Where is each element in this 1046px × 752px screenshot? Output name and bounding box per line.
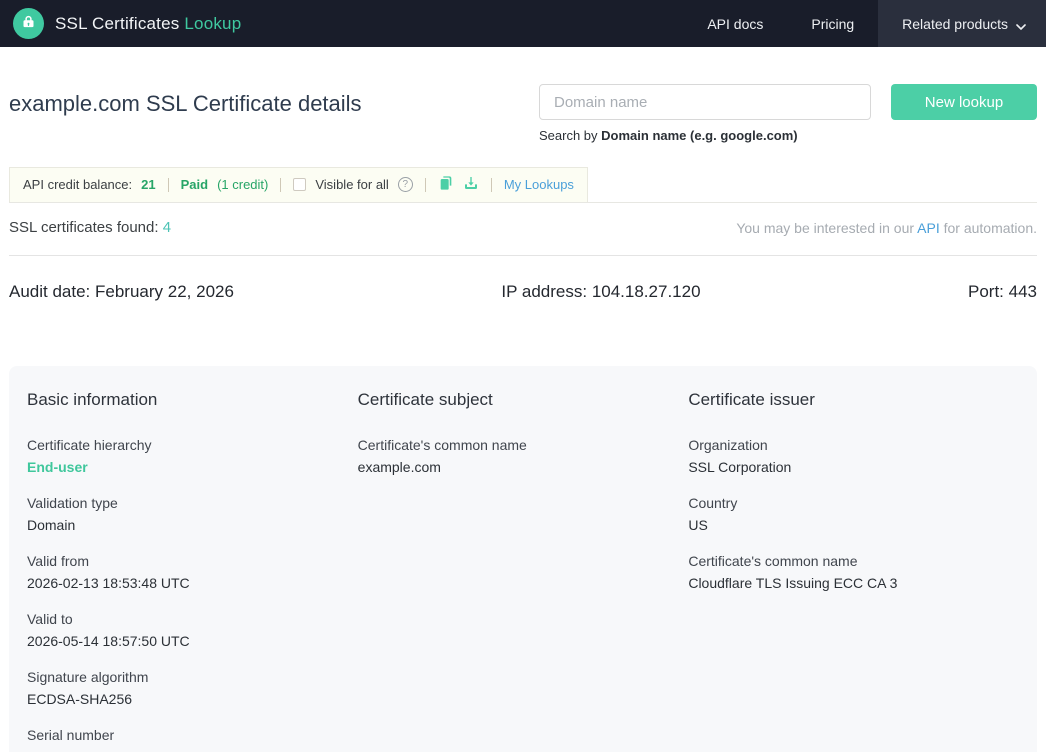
field-value: 2026-05-14 18:57:50 UTC	[27, 630, 358, 652]
nav-api-docs[interactable]: API docs	[683, 0, 787, 47]
app-title-accent: Lookup	[184, 14, 241, 33]
audit-date: Audit date: February 22, 2026	[9, 282, 234, 302]
brand: SSL Certificates Lookup	[0, 8, 241, 39]
ip-address-value: 104.18.27.120	[592, 282, 701, 301]
port: Port: 443	[968, 282, 1037, 302]
field-subject-common-name: Certificate's common name example.com	[358, 434, 689, 478]
ip-address: IP address: 104.18.27.120	[501, 282, 700, 302]
field-certificate-hierarchy: Certificate hierarchy End-user	[27, 434, 358, 478]
field-label: Serial number	[27, 724, 358, 746]
certificates-found-label: SSL certificates found:	[9, 219, 159, 236]
section-title: Certificate subject	[358, 390, 689, 410]
ip-address-label: IP address:	[501, 282, 591, 301]
app-title-main: SSL Certificates	[55, 14, 179, 33]
lock-logo	[13, 8, 44, 39]
field-value: 2026-02-13 18:53:48 UTC	[27, 572, 358, 594]
download-icon	[463, 175, 479, 194]
chevron-down-icon	[1016, 19, 1026, 29]
field-label: Validation type	[27, 492, 358, 514]
field-value: Domain	[27, 514, 358, 536]
new-lookup-button[interactable]: New lookup	[891, 84, 1037, 120]
credit-balance-value: 21	[141, 177, 155, 192]
field-label: Certificate's common name	[688, 550, 1019, 572]
field-organization: Organization SSL Corporation	[688, 434, 1019, 478]
field-value: End-user	[27, 456, 358, 478]
section-certificate-subject: Certificate subject Certificate's common…	[358, 390, 689, 752]
port-label: Port:	[968, 282, 1009, 301]
field-signature-algorithm: Signature algorithm ECDSA-SHA256	[27, 666, 358, 710]
api-link[interactable]: API	[917, 220, 940, 236]
search-hint-bold: Domain name (e.g. google.com)	[601, 128, 797, 143]
page-content: example.com SSL Certificate details New …	[0, 84, 1046, 752]
title-search-row: example.com SSL Certificate details New …	[9, 84, 1037, 143]
copy-icon	[438, 175, 454, 194]
top-nav-menu: API docs Pricing Related products	[683, 0, 1046, 47]
divider	[425, 178, 426, 192]
field-value: Cloudflare TLS Issuing ECC CA 3	[688, 572, 1019, 594]
search-area: New lookup Search by Domain name (e.g. g…	[539, 84, 1037, 143]
download-button[interactable]	[463, 175, 479, 194]
field-issuer-common-name: Certificate's common name Cloudflare TLS…	[688, 550, 1019, 594]
nav-related-products[interactable]: Related products	[878, 0, 1046, 47]
help-icon[interactable]: ?	[398, 177, 413, 192]
audit-info-row: Audit date: February 22, 2026 IP address…	[9, 256, 1037, 328]
api-note: You may be interested in our API for aut…	[736, 220, 1037, 236]
port-value: 443	[1009, 282, 1037, 301]
paid-detail: (1 credit)	[217, 177, 268, 192]
domain-search-input[interactable]	[539, 84, 871, 120]
divider	[168, 178, 169, 192]
divider	[491, 178, 492, 192]
my-lookups-link[interactable]: My Lookups	[504, 177, 574, 192]
section-basic-information: Basic information Certificate hierarchy …	[27, 390, 358, 752]
copy-button[interactable]	[438, 175, 454, 194]
section-certificate-issuer: Certificate issuer Organization SSL Corp…	[688, 390, 1019, 752]
search-hint: Search by Domain name (e.g. google.com)	[539, 128, 1037, 143]
field-label: Valid to	[27, 608, 358, 630]
page-title: example.com SSL Certificate details	[9, 84, 362, 117]
field-valid-to: Valid to 2026-05-14 18:57:50 UTC	[27, 608, 358, 652]
visible-for-all-checkbox[interactable]	[293, 178, 306, 191]
top-navbar: SSL Certificates Lookup API docs Pricing…	[0, 0, 1046, 47]
certificates-found-count: 4	[163, 219, 171, 236]
certificates-found: SSL certificates found: 4	[9, 219, 171, 236]
nav-related-products-label: Related products	[902, 16, 1008, 32]
field-label: Signature algorithm	[27, 666, 358, 688]
field-valid-from: Valid from 2026-02-13 18:53:48 UTC	[27, 550, 358, 594]
field-value: 51:AD:98:7E:A1:24:6F:F3:42:44:62:6A:08:3…	[27, 746, 358, 752]
certificate-details-card: Basic information Certificate hierarchy …	[9, 366, 1037, 752]
section-title: Certificate issuer	[688, 390, 1019, 410]
nav-pricing[interactable]: Pricing	[787, 0, 878, 47]
field-label: Country	[688, 492, 1019, 514]
field-label: Organization	[688, 434, 1019, 456]
field-value: SSL Corporation	[688, 456, 1019, 478]
audit-date-value: February 22, 2026	[95, 282, 234, 301]
search-hint-prefix: Search by	[539, 128, 601, 143]
field-value: example.com	[358, 456, 689, 478]
paid-label: Paid	[181, 177, 208, 192]
field-value: US	[688, 514, 1019, 536]
credit-bar: API credit balance: 21 Paid (1 credit) V…	[9, 167, 588, 202]
credit-balance-label: API credit balance:	[23, 177, 132, 192]
field-serial-number: Serial number 51:AD:98:7E:A1:24:6F:F3:42…	[27, 724, 358, 752]
field-label: Certificate hierarchy	[27, 434, 358, 456]
lock-icon	[21, 14, 36, 34]
section-title: Basic information	[27, 390, 358, 410]
api-note-prefix: You may be interested in our	[736, 220, 917, 236]
visible-for-all-label: Visible for all	[315, 177, 388, 192]
field-label: Certificate's common name	[358, 434, 689, 456]
divider	[280, 178, 281, 192]
field-country: Country US	[688, 492, 1019, 536]
audit-date-label: Audit date:	[9, 282, 95, 301]
credit-bar-row: API credit balance: 21 Paid (1 credit) V…	[9, 167, 1037, 203]
field-label: Valid from	[27, 550, 358, 572]
results-summary-row: SSL certificates found: 4 You may be int…	[9, 203, 1037, 256]
app-title: SSL Certificates Lookup	[55, 14, 241, 34]
field-validation-type: Validation type Domain	[27, 492, 358, 536]
api-note-suffix: for automation.	[940, 220, 1037, 236]
field-value: ECDSA-SHA256	[27, 688, 358, 710]
